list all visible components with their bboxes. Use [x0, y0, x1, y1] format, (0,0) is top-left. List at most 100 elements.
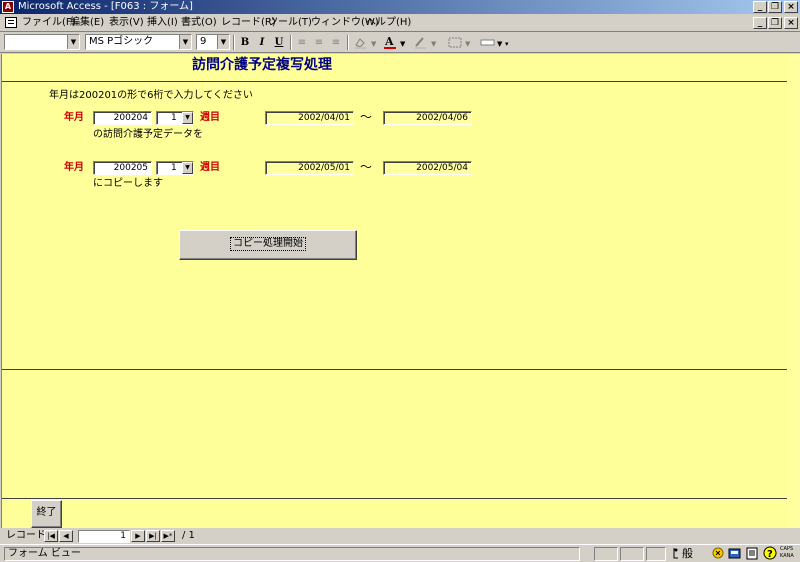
align-left-icon[interactable]: ≡ [294, 35, 310, 50]
ime-input-mode-icon[interactable]: 般 [680, 546, 695, 561]
menu-insert[interactable]: 挿入(I) [147, 16, 178, 30]
minimize-button[interactable]: _ [753, 1, 767, 13]
status-panel [620, 547, 644, 561]
target-week-select[interactable]: 1 ▼ [156, 161, 194, 175]
access-app-icon[interactable]: A [2, 1, 14, 13]
form-body: 訪問介護予定複写処理 年月は200201の形で6桁で入力してください 年月 20… [1, 54, 788, 528]
toolbar-separator [290, 35, 292, 50]
ime-dictionary-icon[interactable] [745, 546, 760, 561]
bold-button[interactable]: B [237, 35, 253, 50]
instruction-text: 年月は200201の形で6桁で入力してください [49, 90, 253, 101]
menu-file[interactable]: ファイル(F) [22, 16, 76, 30]
svg-text:A: A [384, 35, 394, 48]
record-label: レコード: [6, 530, 50, 541]
maximize-button[interactable]: ❐ [768, 1, 782, 13]
title-bar: A Microsoft Access - [F063 : フォーム] _ ❐ × [0, 0, 800, 14]
menu-format[interactable]: 書式(O) [181, 16, 217, 30]
chevron-down-icon: ▼ [182, 112, 193, 124]
font-size-value: 9 [200, 36, 207, 47]
exit-button[interactable]: 終了 [31, 500, 62, 528]
last-record-icon[interactable]: ▶| [146, 530, 160, 542]
next-record-icon[interactable]: ▶ [131, 530, 145, 542]
menu-tools[interactable]: ツール(T) [268, 16, 312, 30]
header-divider [2, 81, 788, 82]
chevron-down-icon: ▼ [67, 35, 79, 49]
target-caption: にコピーします [93, 178, 163, 189]
menu-edit[interactable]: 編集(E) [70, 16, 104, 30]
record-total: / 1 [182, 530, 195, 541]
form-title: 訪問介護予定複写処理 [192, 57, 332, 73]
font-color-icon[interactable]: A ▼ [381, 35, 407, 50]
window-title: Microsoft Access - [F063 : フォーム] [18, 1, 193, 12]
first-record-icon[interactable]: |◀ [44, 530, 58, 542]
ime-mode-label: 般 [682, 547, 693, 560]
svg-text:▼: ▼ [400, 40, 406, 48]
toolbar-separator [233, 35, 235, 50]
font-size-combo[interactable]: 9 ▼ [196, 34, 230, 50]
ime-help-icon[interactable]: ? [763, 546, 778, 561]
previous-record-icon[interactable]: ◀ [59, 530, 73, 542]
start-copy-button[interactable]: コピー処理開始 [179, 230, 357, 260]
chevron-down-icon: ▼ [182, 162, 193, 174]
caps-indicator: CAPS [780, 546, 794, 552]
close-button[interactable]: × [784, 1, 798, 13]
doc-close-button[interactable]: × [784, 17, 798, 29]
svg-text:▼: ▼ [497, 40, 503, 48]
footer-divider [2, 498, 788, 499]
font-name-value: MS Pゴシック [89, 36, 154, 47]
doc-restore-button[interactable]: ❐ [768, 17, 782, 29]
target-week-value: 1 [171, 163, 177, 173]
object-combo[interactable]: ▼ [4, 34, 80, 50]
menu-help[interactable]: ヘルプ(H) [366, 16, 411, 30]
status-view-mode: フォーム ビュー [4, 547, 580, 561]
source-caption: の訪問介護予定データを [93, 129, 203, 140]
toolbar-separator [347, 35, 349, 50]
doc-minimize-button[interactable]: _ [753, 17, 767, 29]
menu-bar: ファイル(F) 編集(E) 表示(V) 挿入(I) 書式(O) レコード(R) … [0, 14, 800, 32]
target-end-date[interactable]: 2002/05/04 [383, 161, 472, 175]
vertical-scroll-region[interactable] [787, 54, 800, 528]
target-range-tilde: ～ [360, 160, 373, 174]
svg-text:▼: ▼ [431, 40, 437, 48]
source-range-tilde: ～ [360, 110, 373, 124]
chevron-down-icon: ▼ [179, 35, 191, 49]
new-record-icon[interactable]: ▶* [161, 530, 175, 542]
line-width-icon[interactable]: ▼ [446, 35, 472, 50]
source-week-label: 週目 [200, 112, 220, 123]
kana-indicator: KANA [780, 553, 794, 559]
detail-divider [2, 369, 788, 370]
target-start-date[interactable]: 2002/05/01 [265, 161, 354, 175]
source-week-select[interactable]: 1 ▼ [156, 111, 194, 125]
menu-view[interactable]: 表示(V) [109, 16, 144, 30]
status-panel [646, 547, 666, 561]
special-effect-icon[interactable]: ▼ ▾ [478, 35, 512, 50]
align-right-icon[interactable]: ≡ [328, 35, 344, 50]
align-center-icon[interactable]: ≡ [311, 35, 327, 50]
record-navigation-bar: レコード: |◀ ◀ 1 ▶ ▶| ▶* / 1 [0, 528, 800, 544]
svg-text:?: ? [767, 549, 773, 560]
line-color-icon[interactable]: ▼ [412, 35, 438, 50]
form-icon[interactable] [5, 17, 17, 28]
target-week-label: 週目 [200, 162, 220, 173]
svg-text:▼: ▼ [465, 40, 471, 48]
status-panel [594, 547, 618, 561]
status-bar: フォーム ビュー 般 ? CAPS KANA [0, 544, 800, 562]
source-week-value: 1 [171, 113, 177, 123]
chevron-down-icon: ▼ [217, 35, 229, 49]
formatting-toolbar: ▼ MS Pゴシック ▼ 9 ▼ B I U ≡ ≡ ≡ ▼ A ▼ ▼ ▼ ▼ ▾ [0, 32, 800, 53]
ime-pad-icon[interactable] [727, 546, 742, 561]
underline-button[interactable]: U [271, 35, 287, 50]
svg-text:▼: ▼ [371, 40, 377, 48]
source-end-date[interactable]: 2002/04/06 [383, 111, 472, 125]
fill-color-icon[interactable]: ▼ [352, 35, 378, 50]
font-name-combo[interactable]: MS Pゴシック ▼ [85, 34, 192, 50]
ime-conversion-icon[interactable] [711, 546, 726, 561]
target-year-month-label: 年月 [64, 162, 84, 173]
target-year-month-input[interactable]: 200205 [93, 161, 152, 175]
source-year-month-input[interactable]: 200204 [93, 111, 152, 125]
source-start-date[interactable]: 2002/04/01 [265, 111, 354, 125]
current-record-input[interactable]: 1 [78, 530, 130, 543]
italic-button[interactable]: I [254, 35, 270, 50]
start-copy-button-label: コピー処理開始 [230, 237, 306, 251]
svg-text:▾: ▾ [505, 40, 509, 48]
